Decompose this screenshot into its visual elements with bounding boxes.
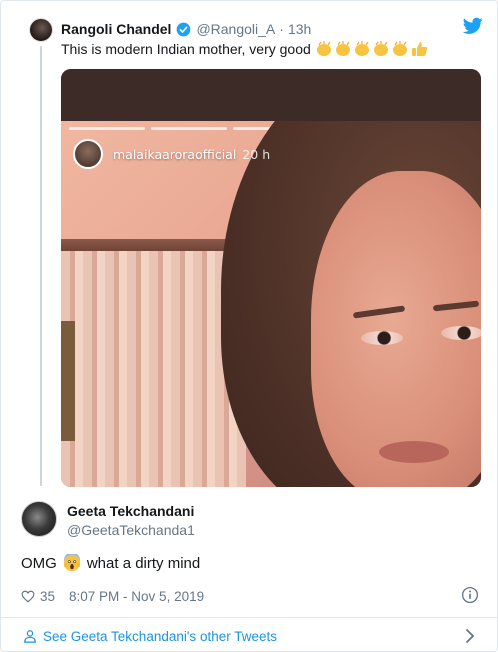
lips: [379, 441, 449, 463]
author-handle[interactable]: @GeetaTekchanda1: [67, 522, 195, 538]
quoted-tweet-header: Rangoli Chandel @Rangoli_A · 13h: [61, 19, 311, 39]
quoted-author-handle[interactable]: @Rangoli_A: [196, 21, 275, 37]
story-user-info: malaikaaroraofficial 20 h: [73, 139, 270, 169]
footer-divider: [1, 617, 498, 618]
clapping-hands-icon: [316, 41, 331, 56]
quoted-tweet-text-row: This is modern Indian mother, very good: [61, 41, 429, 57]
like-count[interactable]: 35: [40, 589, 55, 604]
emoji-row: [315, 41, 429, 57]
story-screenshot-image: malaikaaroraofficial 20 h: [61, 121, 481, 487]
see-other-tweets-text[interactable]: See Geeta Tekchandani's other Tweets: [43, 629, 277, 644]
verified-badge-icon: [177, 22, 191, 36]
story-user-avatar: [73, 139, 103, 169]
heart-icon[interactable]: [21, 590, 35, 603]
quoted-tweet-media[interactable]: malaikaaroraofficial 20 h: [61, 69, 481, 487]
quoted-tweet-text: This is modern Indian mother, very good: [61, 41, 311, 57]
face-screaming-in-fear-icon: [63, 554, 81, 572]
thread-connector-line: [40, 46, 42, 486]
right-eye: [441, 326, 481, 340]
header-separator: ·: [279, 21, 284, 37]
info-icon[interactable]: [461, 586, 479, 604]
chevron-right-icon[interactable]: [465, 628, 475, 644]
left-eye: [361, 331, 403, 345]
twitter-bird-icon[interactable]: [463, 17, 483, 35]
clapping-hands-icon: [373, 41, 388, 56]
quoted-author-name[interactable]: Rangoli Chandel: [61, 21, 171, 37]
clapping-hands-icon: [354, 41, 369, 56]
story-time: 20 h: [242, 146, 271, 162]
tweet-meta-row: 35 8:07 PM - Nov 5, 2019: [21, 587, 204, 605]
story-username: malaikaaroraofficial: [113, 146, 237, 162]
media-letterbox-top: [61, 69, 481, 121]
author-avatar[interactable]: [21, 501, 57, 537]
tweet-embed-card: Rangoli Chandel @Rangoli_A · 13h This is…: [0, 0, 498, 652]
tweet-text: OMG what a dirty mind: [21, 554, 200, 572]
tweet-text-before: OMG: [21, 554, 57, 572]
quoted-tweet-time[interactable]: 13h: [288, 21, 311, 37]
person-icon: [24, 630, 36, 643]
clapping-hands-icon: [335, 41, 350, 56]
author-name[interactable]: Geeta Tekchandani: [67, 503, 194, 519]
quoted-author-avatar[interactable]: [29, 18, 53, 42]
thumbs-up-icon: [411, 42, 427, 56]
tweet-text-after: what a dirty mind: [86, 554, 201, 572]
window-frame: [61, 321, 75, 441]
clapping-hands-icon: [392, 41, 407, 56]
curtain-background: [61, 251, 246, 487]
tweet-timestamp[interactable]: 8:07 PM - Nov 5, 2019: [69, 589, 204, 604]
see-other-tweets-link[interactable]: See Geeta Tekchandani's other Tweets: [23, 627, 277, 645]
